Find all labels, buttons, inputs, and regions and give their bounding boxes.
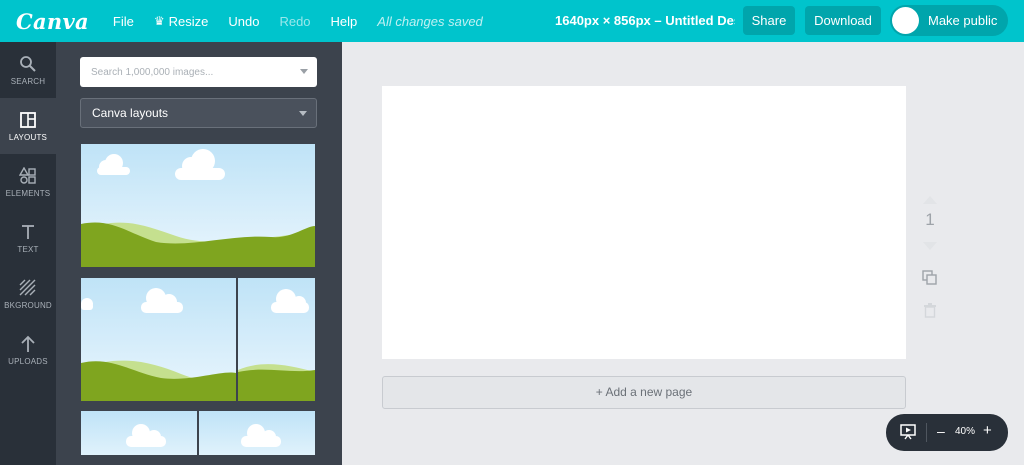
page-number: 1 (925, 210, 935, 229)
chevron-down-icon[interactable] (300, 69, 308, 74)
share-button[interactable]: Share (743, 6, 795, 35)
add-page-button[interactable]: + Add a new page (382, 376, 906, 409)
move-page-down-icon[interactable] (920, 238, 940, 256)
file-menu[interactable]: File (113, 14, 134, 29)
sidebar-item-uploads[interactable]: UPLOADS (0, 322, 56, 378)
canva-logo[interactable]: Canva (16, 9, 89, 34)
zoom-out-button[interactable]: – (937, 423, 945, 439)
sidebar-item-label: UPLOADS (8, 357, 48, 366)
make-public-label: Make public (928, 13, 998, 28)
layouts-panel: Canva layouts (56, 42, 342, 465)
layout-thumbnail[interactable] (81, 144, 315, 267)
design-canvas-page[interactable] (382, 86, 906, 359)
top-bar: Canva File ♛ Resize Undo Redo Help All c… (0, 0, 1024, 42)
sidebar-item-search[interactable]: SEARCH (0, 42, 56, 98)
save-status: All changes saved (377, 13, 483, 29)
sidebar-item-elements[interactable]: ELEMENTS (0, 154, 56, 210)
sidebar-item-label: TEXT (17, 245, 39, 254)
redo-button[interactable]: Redo (279, 14, 310, 29)
dropdown-value: Canva layouts (92, 106, 169, 120)
upload-arrow-icon (21, 335, 35, 352)
sidebar-item-label: ELEMENTS (5, 189, 51, 198)
zoom-in-button[interactable]: + (983, 422, 992, 439)
layout-icon (20, 112, 36, 128)
layout-thumbnail[interactable] (81, 411, 315, 455)
download-button[interactable]: Download (805, 6, 881, 35)
search-icon (20, 56, 36, 72)
zoom-level[interactable]: 40% (954, 426, 976, 437)
sidebar-item-layouts[interactable]: LAYOUTS (0, 98, 56, 154)
sidebar-item-text[interactable]: TEXT (0, 210, 56, 266)
layout-thumbnail[interactable] (81, 278, 315, 401)
search-input[interactable] (80, 57, 280, 87)
sidebar-rail: SEARCH LAYOUTS ELEMENTS TEXT BKGROUND UP… (0, 42, 56, 465)
chevron-down-icon (299, 111, 307, 116)
move-page-up-icon[interactable] (920, 192, 940, 210)
divider (926, 423, 927, 442)
help-menu[interactable]: Help (331, 14, 358, 29)
delete-page-icon[interactable] (920, 302, 940, 323)
image-search (80, 57, 317, 87)
document-title[interactable]: 1640px × 856px – Untitled Desi... (555, 0, 735, 42)
crown-icon: ♛ (153, 14, 165, 28)
resize-label: Resize (168, 13, 209, 29)
present-icon[interactable] (900, 424, 916, 445)
shapes-icon (19, 167, 36, 184)
toggle-knob (892, 7, 919, 34)
make-public-toggle[interactable]: Make public (890, 5, 1008, 36)
sidebar-item-label: LAYOUTS (8, 133, 48, 142)
undo-button[interactable]: Undo (228, 14, 259, 29)
duplicate-page-icon[interactable] (920, 270, 940, 291)
background-icon (19, 279, 36, 296)
sidebar-item-label: SEARCH (10, 77, 46, 86)
sidebar-item-label: BKGROUND (4, 301, 52, 310)
zoom-control: – 40% + (886, 414, 1008, 451)
text-icon (22, 225, 34, 239)
sidebar-item-background[interactable]: BKGROUND (0, 266, 56, 322)
layout-category-dropdown[interactable]: Canva layouts (80, 98, 317, 128)
resize-button[interactable]: ♛ Resize (154, 14, 209, 29)
